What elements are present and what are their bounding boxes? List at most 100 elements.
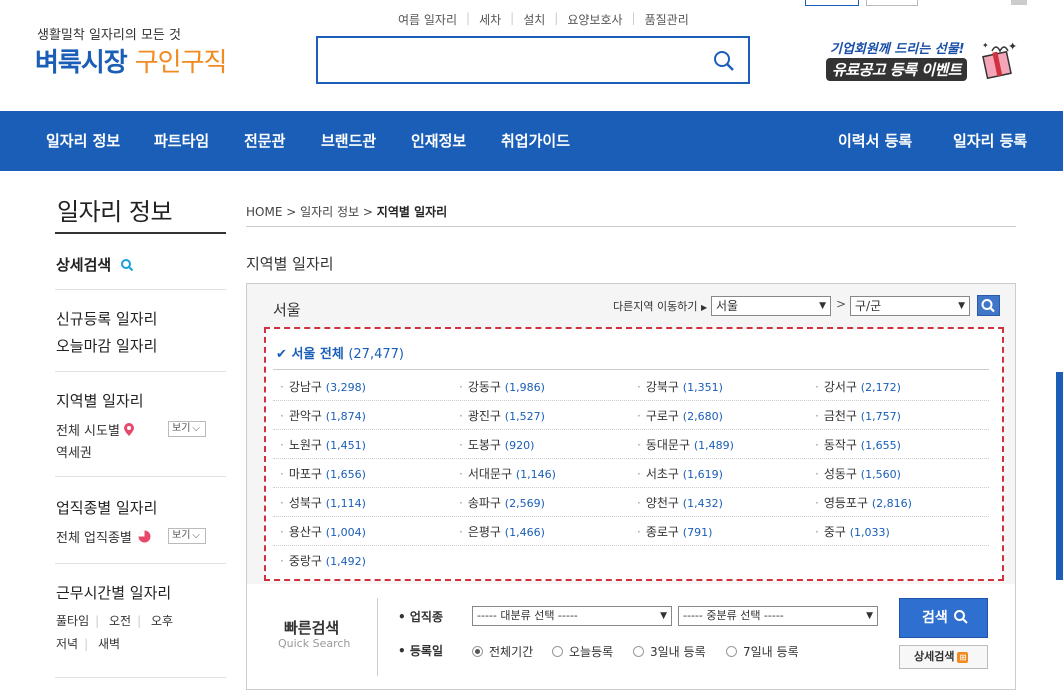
sidebar-item-occupation[interactable]: 업직종별 일자리 bbox=[56, 497, 157, 518]
radio-7days[interactable]: 7일내 등록 bbox=[726, 643, 799, 660]
district-item[interactable]: · 강동구 (1,986) bbox=[459, 378, 545, 395]
district-name: 영등포구 bbox=[823, 496, 868, 510]
quick-search-button[interactable]: 검색 bbox=[899, 598, 988, 638]
major-category-select[interactable]: ----- 대분류 선택 ----- ▼ bbox=[472, 606, 672, 626]
district-item[interactable]: · 성동구 (1,560) bbox=[815, 465, 901, 482]
district-name: 동대문구 bbox=[645, 438, 690, 452]
district-name: 서대문구 bbox=[467, 467, 512, 481]
district-item[interactable]: · 송파구 (2,569) bbox=[459, 494, 545, 511]
district-item[interactable]: · 동작구 (1,655) bbox=[815, 436, 901, 453]
district-item[interactable]: · 중구 (1,033) bbox=[815, 523, 890, 540]
region-search-button[interactable] bbox=[977, 295, 1000, 316]
district-count: (1,986) bbox=[504, 381, 545, 394]
district-name: 중구 bbox=[823, 525, 846, 539]
bullet-icon: · bbox=[637, 438, 641, 452]
district-item[interactable]: · 강북구 (1,351) bbox=[637, 378, 723, 395]
sidebar-detail-search[interactable]: 상세검색 bbox=[56, 254, 134, 276]
district-item[interactable]: · 서대문구 (1,146) bbox=[459, 465, 556, 482]
district-item[interactable]: · 서초구 (1,619) bbox=[637, 465, 723, 482]
breadcrumb-home[interactable]: HOME bbox=[246, 205, 282, 219]
district-count: (1,560) bbox=[860, 468, 901, 481]
detail-search-button[interactable]: 상세검색 ⊞ bbox=[899, 645, 988, 669]
sidebar-item-closing-jobs[interactable]: 오늘마감 일자리 bbox=[56, 335, 157, 356]
quick-link[interactable]: 품질관리 bbox=[645, 11, 689, 28]
district-name: 성북구 bbox=[288, 496, 322, 510]
bullet-icon: · bbox=[459, 409, 463, 423]
district-item[interactable]: · 동대문구 (1,489) bbox=[637, 436, 734, 453]
worktime-link[interactable]: 오후 bbox=[151, 614, 173, 628]
radio-label: 7일내 등록 bbox=[743, 645, 799, 659]
worktime-link[interactable]: 새벽 bbox=[98, 637, 120, 651]
district-item[interactable]: · 광진구 (1,527) bbox=[459, 407, 545, 424]
district-all[interactable]: ✔ 서울 전체 (27,477) bbox=[276, 343, 404, 362]
nav-item-jobs[interactable]: 일자리 정보 bbox=[46, 111, 120, 171]
city-select-value: 서울 bbox=[716, 299, 739, 313]
district-item[interactable]: · 구로구 (2,680) bbox=[637, 407, 723, 424]
sidebar-item-new-jobs[interactable]: 신규등록 일자리 bbox=[56, 308, 157, 329]
district-item[interactable]: · 마포구 (1,656) bbox=[280, 465, 366, 482]
district-count: (1,489) bbox=[693, 439, 734, 452]
radio-today[interactable]: 오늘등록 bbox=[552, 643, 613, 660]
region-view-button[interactable]: 보기 ⌵ bbox=[168, 421, 206, 437]
district-name: 관악구 bbox=[288, 409, 322, 423]
worktime-link[interactable]: 저녁 bbox=[56, 637, 78, 651]
sidebar-item-occupation-all[interactable]: 전체 업직종별 bbox=[56, 527, 151, 547]
city-select[interactable]: 서울 ▼ bbox=[711, 296, 831, 316]
sidebar-item-region[interactable]: 지역별 일자리 bbox=[56, 390, 144, 411]
breadcrumb-parent[interactable]: 일자리 정보 bbox=[300, 205, 359, 219]
logo[interactable]: 벼룩시장 구인구직 bbox=[35, 42, 227, 79]
district-item[interactable]: · 종로구 (791) bbox=[637, 523, 712, 540]
bullet-icon: · bbox=[637, 467, 641, 481]
bullet-icon: · bbox=[280, 409, 284, 423]
search-icon[interactable] bbox=[712, 49, 736, 73]
nav-item-talent[interactable]: 인재정보 bbox=[411, 111, 466, 171]
district-count: (1,527) bbox=[504, 410, 545, 423]
quick-link[interactable]: 요양보호사 bbox=[567, 11, 622, 28]
minor-category-select[interactable]: ----- 중분류 선택 ----- ▼ bbox=[678, 606, 878, 626]
sidebar-item-station[interactable]: 역세권 bbox=[56, 442, 92, 461]
bullet-icon: · bbox=[637, 380, 641, 394]
nav-item-parttime[interactable]: 파트타임 bbox=[154, 111, 209, 171]
district-item[interactable]: · 강남구 (3,298) bbox=[280, 378, 366, 395]
district-name: 성동구 bbox=[823, 467, 857, 481]
district-item[interactable]: · 금천구 (1,757) bbox=[815, 407, 901, 424]
worktime-link[interactable]: 풀타임 bbox=[56, 614, 89, 628]
radio-3days[interactable]: 3일내 등록 bbox=[633, 643, 706, 660]
search-input[interactable] bbox=[326, 46, 696, 74]
district-item[interactable]: · 노원구 (1,451) bbox=[280, 436, 366, 453]
occupation-view-button[interactable]: 보기 ⌵ bbox=[168, 528, 206, 544]
promo-banner[interactable]: 기업회원께 드리는 선물! 유료공고 등록 이벤트 ✦ ✦ bbox=[826, 36, 1017, 84]
district-item[interactable]: · 영등포구 (2,816) bbox=[815, 494, 912, 511]
quick-link[interactable]: 여름 일자리 bbox=[398, 11, 457, 28]
district-item[interactable]: · 은평구 (1,466) bbox=[459, 523, 545, 540]
district-item[interactable]: · 관악구 (1,874) bbox=[280, 407, 366, 424]
sidebar-item-region-all[interactable]: 전체 시도별 bbox=[56, 420, 135, 440]
quick-link[interactable]: 세차 bbox=[479, 11, 501, 28]
district-select[interactable]: 구/군 ▼ bbox=[850, 296, 970, 316]
district-row-divider bbox=[273, 487, 989, 488]
district-item[interactable]: · 강서구 (2,172) bbox=[815, 378, 901, 395]
radio-all-period[interactable]: 전체기간 bbox=[472, 643, 533, 660]
nav-item-brand[interactable]: 브랜드관 bbox=[321, 111, 376, 171]
top-menu-icon[interactable] bbox=[1011, 0, 1027, 5]
district-item[interactable]: · 용산구 (1,004) bbox=[280, 523, 366, 540]
nav-item-expert[interactable]: 전문관 bbox=[244, 111, 285, 171]
bullet-icon: · bbox=[459, 438, 463, 452]
district-item[interactable]: · 성북구 (1,114) bbox=[280, 494, 366, 511]
bullet-icon: · bbox=[815, 525, 819, 539]
district-item[interactable]: · 중랑구 (1,492) bbox=[280, 552, 366, 569]
page-title: 지역별 일자리 bbox=[246, 255, 334, 273]
top-join-button[interactable] bbox=[866, 0, 918, 6]
nav-item-job-register[interactable]: 일자리 등록 bbox=[953, 111, 1027, 171]
sidebar-item-worktime[interactable]: 근무시간별 일자리 bbox=[56, 582, 171, 603]
nav-item-resume-register[interactable]: 이력서 등록 bbox=[838, 111, 912, 171]
nav-item-guide[interactable]: 취업가이드 bbox=[501, 111, 570, 171]
top-login-button[interactable] bbox=[805, 0, 859, 6]
quick-link[interactable]: 설치 bbox=[523, 11, 545, 28]
district-count: (920) bbox=[504, 439, 535, 452]
district-item[interactable]: · 양천구 (1,432) bbox=[637, 494, 723, 511]
worktime-link[interactable]: 오전 bbox=[109, 614, 131, 628]
district-count: (1,351) bbox=[682, 381, 723, 394]
district-item[interactable]: · 도봉구 (920) bbox=[459, 436, 534, 453]
radio-label: 3일내 등록 bbox=[650, 645, 706, 659]
